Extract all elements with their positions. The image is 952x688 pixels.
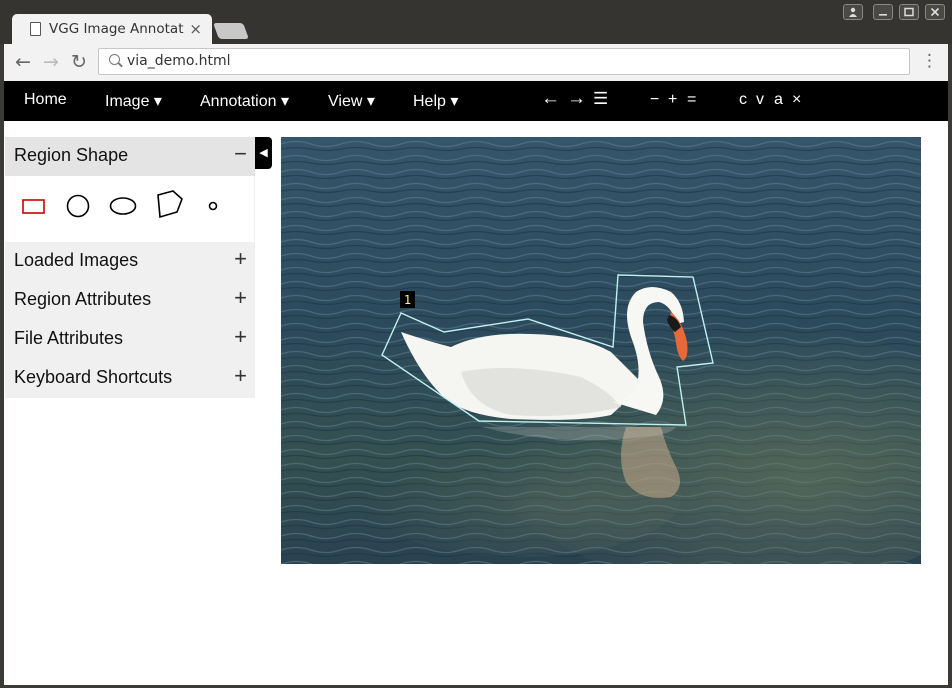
new-tab-button[interactable] <box>213 23 249 39</box>
url-text: via_demo.html <box>127 53 231 69</box>
browser-menu-icon[interactable]: ⋮ <box>921 51 938 71</box>
image-canvas[interactable]: 1 <box>281 137 921 564</box>
tab-strip: VGG Image Annotator × <box>0 0 952 44</box>
delete-region-button[interactable]: × <box>792 91 801 109</box>
left-panel: Region Shape − Loaded Images + Region At… <box>5 137 255 398</box>
circle-icon[interactable] <box>58 186 98 226</box>
forward-icon[interactable]: → <box>40 51 62 73</box>
close-window-icon[interactable] <box>925 4 945 20</box>
search-icon <box>109 54 120 65</box>
zoom-in-button[interactable]: + <box>668 91 677 109</box>
next-image-button[interactable]: → <box>567 88 586 110</box>
region-attributes-header[interactable]: Region Attributes + <box>5 281 255 320</box>
reload-icon[interactable]: ↻ <box>68 51 90 73</box>
select-all-button[interactable]: a <box>774 91 783 109</box>
tab-title: VGG Image Annotator <box>49 21 184 37</box>
expand-toggle-icon[interactable]: + <box>234 285 247 311</box>
minimize-icon[interactable] <box>873 4 893 20</box>
swan-image: 1 <box>281 137 921 564</box>
expand-toggle-icon[interactable]: + <box>234 246 247 272</box>
rectangle-icon[interactable] <box>14 186 54 226</box>
collapse-panel-button[interactable]: ◀ <box>255 137 272 169</box>
expand-toggle-icon[interactable]: + <box>234 324 247 350</box>
zoom-out-button[interactable]: − <box>650 91 659 109</box>
region-attributes-label: Region Attributes <box>14 289 152 309</box>
loaded-images-label: Loaded Images <box>14 250 139 270</box>
close-tab-icon[interactable]: × <box>189 20 202 38</box>
region-shape-label: Region Shape <box>14 145 129 165</box>
menu-home[interactable]: Home <box>24 91 67 109</box>
back-icon[interactable]: ← <box>12 51 34 73</box>
browser-window: VGG Image Annotator × ← → ↻ via_demo.htm… <box>0 0 952 688</box>
address-bar[interactable]: via_demo.html <box>98 48 910 75</box>
copy-region-button[interactable]: c <box>739 91 747 109</box>
tab-via[interactable]: VGG Image Annotator × <box>12 14 212 44</box>
region-shape-toolbar <box>5 176 255 242</box>
top-menubar: Home Image ▾ Annotation ▾ View ▾ Help ▾ … <box>4 81 948 121</box>
user-icon[interactable] <box>843 4 863 20</box>
zoom-reset-button[interactable]: = <box>687 91 696 109</box>
file-attributes-label: File Attributes <box>14 328 124 348</box>
keyboard-shortcuts-header[interactable]: Keyboard Shortcuts + <box>5 359 255 398</box>
menu-image[interactable]: Image ▾ <box>105 91 162 111</box>
menu-annotation[interactable]: Annotation ▾ <box>200 91 289 111</box>
browser-toolbar: ← → ↻ via_demo.html ⋮ <box>4 44 948 81</box>
loaded-images-header[interactable]: Loaded Images + <box>5 242 255 281</box>
page-icon <box>30 22 41 36</box>
menu-help[interactable]: Help ▾ <box>413 91 458 111</box>
point-icon[interactable] <box>193 186 233 226</box>
polygon-icon[interactable] <box>148 186 188 226</box>
expand-toggle-icon[interactable]: + <box>234 363 247 389</box>
keyboard-shortcuts-label: Keyboard Shortcuts <box>14 367 173 387</box>
maximize-icon[interactable] <box>899 4 919 20</box>
via-page: Home Image ▾ Annotation ▾ View ▾ Help ▾ … <box>4 81 948 685</box>
file-attributes-header[interactable]: File Attributes + <box>5 320 255 359</box>
paste-region-button[interactable]: v <box>756 91 764 109</box>
menu-view[interactable]: View ▾ <box>328 91 375 111</box>
collapse-toggle-icon[interactable]: − <box>234 141 247 167</box>
region-label-text: 1 <box>404 293 411 307</box>
ellipse-icon[interactable] <box>103 186 143 226</box>
prev-image-button[interactable]: ← <box>541 88 560 110</box>
image-list-button[interactable]: ☰ <box>593 89 608 109</box>
region-shape-header[interactable]: Region Shape − <box>5 137 255 176</box>
